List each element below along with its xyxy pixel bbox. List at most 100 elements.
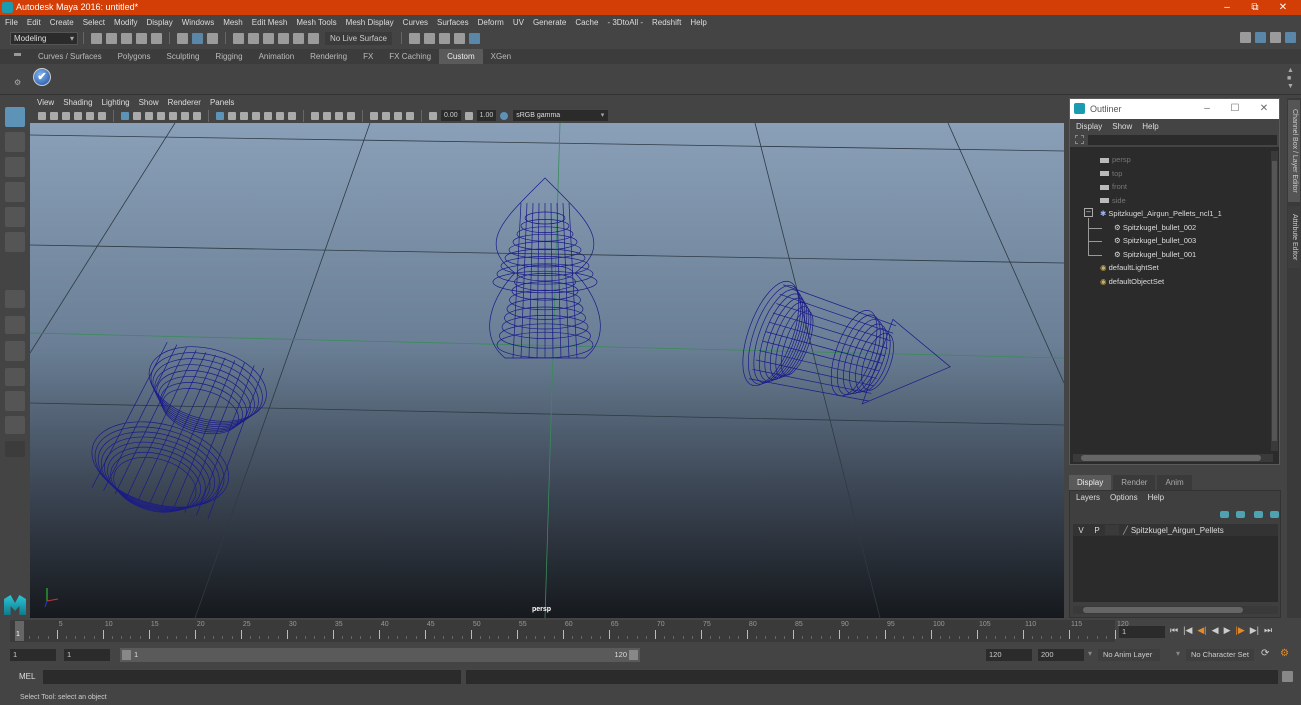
xray-active-icon[interactable] bbox=[382, 111, 390, 120]
menu-3dtoall[interactable]: - 3DtoAll - bbox=[607, 18, 643, 27]
undo-icon[interactable] bbox=[136, 32, 147, 44]
color-space-selector[interactable]: sRGB gamma bbox=[513, 110, 609, 121]
menu-select[interactable]: Select bbox=[83, 18, 105, 27]
exposure-icon[interactable] bbox=[429, 111, 437, 120]
snap-curve-icon[interactable] bbox=[248, 32, 259, 44]
play-backwards-icon[interactable]: ◀ bbox=[1212, 625, 1219, 636]
layer-playback-toggle[interactable]: P bbox=[1089, 526, 1105, 535]
filter-icon[interactable] bbox=[1075, 135, 1084, 144]
live-surface-field[interactable]: No Live Surface bbox=[325, 31, 392, 45]
new-layer-from-selection-icon[interactable] bbox=[1270, 511, 1279, 518]
viewport-menu-shading[interactable]: Shading bbox=[63, 98, 92, 107]
shelf-menu-icon[interactable] bbox=[14, 53, 21, 56]
color-management-icon[interactable] bbox=[500, 111, 509, 120]
range-end-handle[interactable] bbox=[629, 650, 638, 660]
outliner-horizontal-scrollbar[interactable] bbox=[1073, 454, 1273, 462]
render-frame-icon[interactable] bbox=[423, 32, 435, 44]
menu-generate[interactable]: Generate bbox=[533, 18, 566, 27]
menu-cache[interactable]: Cache bbox=[575, 18, 598, 27]
xray-joints-icon[interactable] bbox=[394, 111, 402, 120]
outliner-item[interactable]: front bbox=[1100, 182, 1127, 191]
mode-selector[interactable]: Modeling bbox=[10, 31, 78, 45]
make-live-icon[interactable] bbox=[308, 32, 319, 44]
rotate-tool-icon[interactable] bbox=[5, 207, 25, 227]
anim-layer-dropdown-icon[interactable]: ▾ bbox=[1088, 649, 1092, 658]
shadows-icon[interactable] bbox=[276, 111, 284, 120]
menu-uv[interactable]: UV bbox=[513, 18, 524, 27]
mel-input[interactable] bbox=[43, 670, 461, 684]
collapse-toggle-icon[interactable]: – bbox=[1084, 208, 1093, 217]
film-gate-icon[interactable] bbox=[133, 111, 141, 120]
maya-home-icon[interactable] bbox=[4, 595, 26, 615]
time-slider[interactable]: 1 5 10 15 20 25 30 35 40 45 50 55 60 65 70 75 80 85 90 95 1… bbox=[10, 620, 1129, 642]
viewport-menu-panels[interactable]: Panels bbox=[210, 98, 234, 107]
outliner-menu-help[interactable]: Help bbox=[1142, 122, 1158, 131]
anim-layer-selector[interactable]: No Anim Layer bbox=[1098, 649, 1160, 661]
move-layer-up-icon[interactable] bbox=[1220, 511, 1229, 518]
shelf-tab-rendering[interactable]: Rendering bbox=[302, 49, 355, 64]
menu-mesh-tools[interactable]: Mesh Tools bbox=[296, 18, 336, 27]
script-editor-icon[interactable] bbox=[1282, 671, 1293, 682]
menu-windows[interactable]: Windows bbox=[182, 18, 214, 27]
use-all-lights-icon[interactable] bbox=[264, 111, 272, 120]
go-to-start-icon[interactable]: ⏮ bbox=[1170, 625, 1178, 636]
backface-culling-icon[interactable] bbox=[406, 111, 414, 120]
redo-icon[interactable] bbox=[151, 32, 162, 44]
play-forwards-icon[interactable]: ▶ bbox=[1224, 625, 1231, 636]
menu-edit[interactable]: Edit bbox=[27, 18, 41, 27]
outliner-persp-layout-icon[interactable] bbox=[5, 391, 25, 411]
new-empty-layer-icon[interactable] bbox=[1254, 511, 1263, 518]
exposure-field[interactable]: 0.00 bbox=[441, 110, 461, 121]
range-slider[interactable]: 1 120 bbox=[120, 648, 640, 662]
minimize-button[interactable]: – bbox=[1212, 0, 1242, 15]
layer-menu-options[interactable]: Options bbox=[1110, 493, 1138, 502]
step-forward-key-icon[interactable]: |▶ bbox=[1235, 625, 1244, 636]
start-time-field[interactable]: 1 bbox=[10, 649, 56, 661]
character-set-selector[interactable]: No Character Set bbox=[1186, 649, 1254, 661]
outliner-item[interactable]: persp bbox=[1100, 155, 1131, 164]
two-pane-stacked-layout-icon[interactable] bbox=[5, 368, 25, 386]
shelf-tab-fx-caching[interactable]: FX Caching bbox=[381, 49, 439, 64]
render-settings-icon[interactable] bbox=[453, 32, 465, 44]
viewport-menu-renderer[interactable]: Renderer bbox=[168, 98, 201, 107]
shelf-scroll-icon[interactable]: ▲ ■ ▼ bbox=[1287, 67, 1294, 91]
shelf-tab-curves-surfaces[interactable]: Curves / Surfaces bbox=[30, 49, 110, 64]
select-component-icon[interactable] bbox=[207, 32, 218, 44]
lasso-tool-icon[interactable] bbox=[5, 132, 25, 152]
multisample-aa-icon[interactable] bbox=[323, 111, 331, 120]
menu-mesh[interactable]: Mesh bbox=[223, 18, 243, 27]
layer-color-icon[interactable]: ╱ bbox=[1123, 526, 1128, 535]
outliner-menu-show[interactable]: Show bbox=[1112, 122, 1132, 131]
two-pane-side-layout-icon[interactable] bbox=[5, 341, 25, 361]
textured-icon[interactable] bbox=[252, 111, 260, 120]
outliner-item[interactable]: ◉ defaultObjectSet bbox=[1100, 277, 1164, 286]
outliner-minimize-button[interactable]: – bbox=[1193, 99, 1221, 119]
select-hierarchy-icon[interactable] bbox=[177, 32, 188, 44]
layer-tab-anim[interactable]: Anim bbox=[1157, 475, 1192, 490]
gate-mask-icon[interactable] bbox=[157, 111, 165, 120]
outliner-item[interactable]: side bbox=[1100, 196, 1126, 205]
shelf-tab-rigging[interactable]: Rigging bbox=[207, 49, 250, 64]
wireframe-on-shaded-icon[interactable] bbox=[240, 111, 248, 120]
menu-help[interactable]: Help bbox=[690, 18, 706, 27]
select-tool-icon[interactable] bbox=[5, 107, 25, 127]
layer-row[interactable]: V P ╱ Spitzkugel_Airgun_Pellets bbox=[1073, 524, 1278, 536]
gamma-field[interactable]: 1.00 bbox=[476, 110, 497, 121]
current-frame-marker[interactable]: 1 bbox=[15, 621, 24, 641]
step-back-frame-icon[interactable]: |◀ bbox=[1183, 625, 1192, 636]
single-pane-layout-icon[interactable] bbox=[5, 290, 25, 308]
outliner-maximize-button[interactable]: ☐ bbox=[1221, 99, 1249, 119]
menu-redshift[interactable]: Redshift bbox=[652, 18, 681, 27]
outliner-item[interactable]: ◉ defaultLightSet bbox=[1100, 263, 1159, 272]
viewport-menu-show[interactable]: Show bbox=[139, 98, 159, 107]
2d-pan-zoom-icon[interactable] bbox=[86, 111, 94, 120]
paint-select-tool-icon[interactable] bbox=[5, 157, 25, 177]
layer-tab-render[interactable]: Render bbox=[1113, 475, 1156, 490]
viewport-menu-view[interactable]: View bbox=[37, 98, 54, 107]
animation-preferences-icon[interactable]: ⚙ bbox=[1280, 648, 1289, 659]
image-plane-icon[interactable] bbox=[74, 111, 82, 120]
character-set-dropdown-icon[interactable]: ▾ bbox=[1176, 649, 1180, 658]
select-object-icon[interactable] bbox=[192, 32, 203, 44]
tool-settings-toggle-icon[interactable] bbox=[1270, 32, 1281, 43]
step-forward-frame-icon[interactable]: ▶| bbox=[1250, 625, 1259, 636]
